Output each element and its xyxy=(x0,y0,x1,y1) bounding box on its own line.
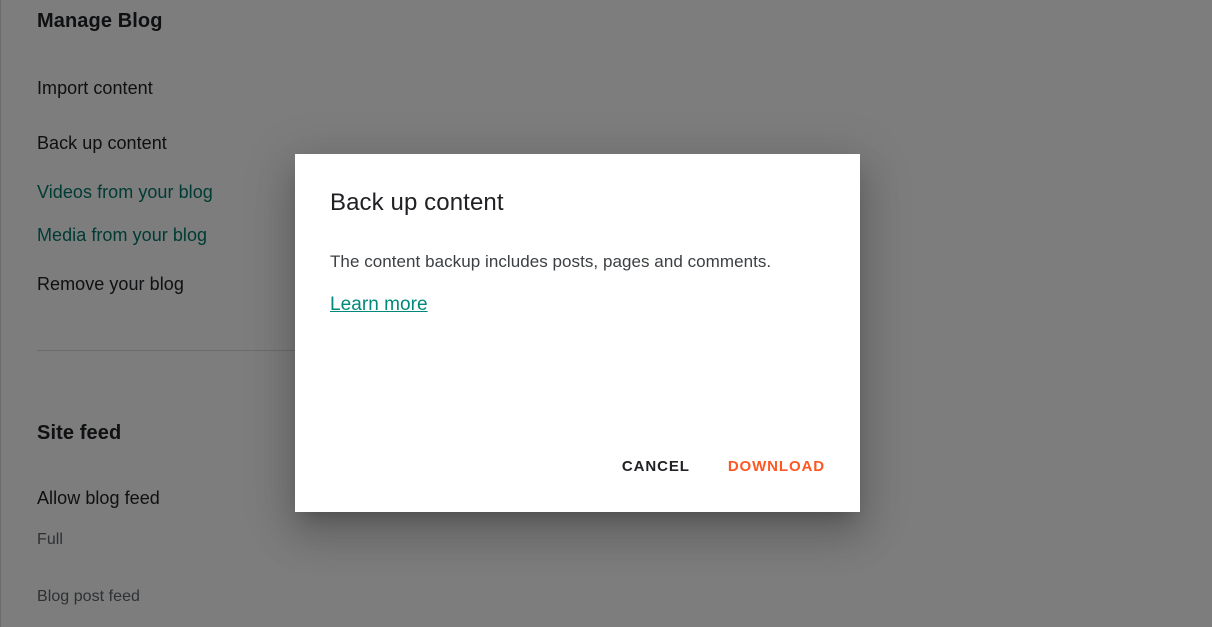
dialog-title: Back up content xyxy=(330,189,504,216)
dialog-action-bar: CANCEL DOWNLOAD xyxy=(608,449,839,484)
download-button[interactable]: DOWNLOAD xyxy=(714,449,839,484)
back-up-content-dialog: Back up content The content backup inclu… xyxy=(295,154,860,512)
cancel-button[interactable]: CANCEL xyxy=(608,449,704,484)
dialog-body-text: The content backup includes posts, pages… xyxy=(330,252,772,271)
learn-more-link[interactable]: Learn more xyxy=(330,294,428,316)
